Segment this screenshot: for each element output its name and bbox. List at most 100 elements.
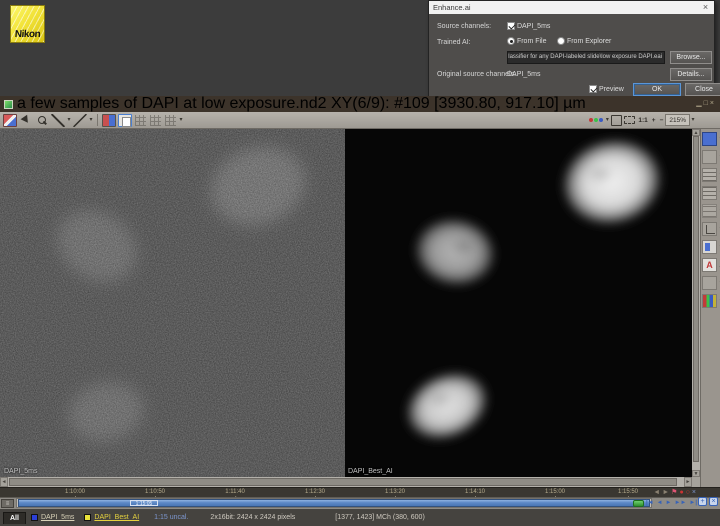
scroll-left-icon[interactable]: ◄ [0, 477, 8, 487]
actual-size-button[interactable]: 1:1 [636, 114, 649, 127]
lut-panel-icon[interactable] [702, 150, 720, 164]
screen-layout-icon[interactable] [702, 132, 720, 146]
dialog-title: Enhance.ai [433, 3, 471, 12]
fit-width-icon[interactable] [624, 116, 636, 124]
preview-checkbox[interactable]: Preview [589, 85, 624, 95]
close-window-icon[interactable]: × [710, 100, 716, 107]
image-dimensions: 2x16bit: 2424 x 2424 pixels [210, 514, 296, 521]
radio-from-file[interactable]: From File [507, 37, 547, 47]
channel-dapi-5ms-label[interactable]: DAPI_5ms [41, 514, 74, 521]
scrollbar-corner [692, 477, 700, 487]
channel-dapi-best-ai-label[interactable]: DAPI_Best_AI [94, 514, 139, 521]
expand-icon[interactable]: + [698, 497, 707, 506]
report-panel-icon[interactable] [702, 240, 720, 254]
next-event-icon[interactable]: ► [662, 488, 669, 497]
source-channels-label: Source channels: [437, 23, 492, 30]
split-view-icon[interactable] [102, 113, 116, 127]
window-controls[interactable]: ▁□× [696, 96, 716, 112]
current-frame-marker[interactable]: 1:15:05 [130, 500, 158, 507]
timeline-range-bar[interactable] [18, 499, 650, 507]
preview-label: Preview [598, 86, 624, 93]
time-tick: 1:10:00 [64, 489, 86, 497]
dialog-titlebar[interactable]: Enhance.ai × [429, 1, 714, 14]
image-pane-dapi-best-ai[interactable]: DAPI_Best_AI [345, 129, 692, 477]
ai-file-path-input[interactable]: ued\Enhance.ai classifier for any DAPI-l… [507, 51, 665, 64]
pointer-tool-icon[interactable] [19, 114, 33, 127]
collapse-icon[interactable]: × [709, 497, 718, 506]
table-panel-icon[interactable] [702, 168, 720, 182]
overlay-panel-icon[interactable] [702, 276, 720, 290]
live-button[interactable] [632, 499, 644, 507]
tile-view-icon[interactable] [135, 114, 146, 126]
document-icon [4, 100, 13, 109]
fast-forward-icon[interactable]: ►► [673, 498, 687, 508]
flag-icon[interactable]: ⚑ [671, 488, 677, 497]
annotation-tool-icon[interactable] [3, 113, 17, 127]
zoom-level-select[interactable]: 215% [665, 114, 690, 126]
close-button[interactable]: Close [685, 83, 720, 96]
grid-overlay-icon[interactable] [702, 204, 720, 218]
time-tick: 1:15:00 [544, 489, 566, 497]
status-bar: All DAPI_5ms DAPI_Best_AI 1:15 uncal. 2x… [0, 509, 720, 526]
horizontal-scroll-thumb[interactable] [9, 478, 677, 486]
close-icon[interactable]: × [700, 2, 711, 13]
noisy-dapi-image [0, 129, 345, 477]
profile-line-tool-icon[interactable] [51, 113, 65, 127]
chevron-down-icon[interactable]: ▾ [604, 114, 610, 127]
checkbox-checked-icon[interactable] [589, 85, 597, 93]
scroll-down-icon[interactable]: ▼ [692, 470, 700, 477]
scroll-right-icon[interactable]: ► [684, 477, 692, 487]
time-tick: 1:13:20 [384, 489, 406, 497]
scroll-up-icon[interactable]: ▲ [692, 129, 700, 136]
timeline-menu-button[interactable]: ≡ [1, 499, 14, 508]
time-tick: 1:10:50 [144, 489, 166, 497]
scale-panel-icon[interactable] [702, 186, 720, 200]
zoom-in-icon[interactable]: + [650, 114, 658, 127]
details-button[interactable]: Details... [670, 68, 712, 81]
fit-to-screen-icon[interactable] [611, 114, 623, 126]
compare-view-icon[interactable] [118, 113, 132, 127]
chevron-down-icon[interactable]: ▾ [690, 114, 696, 127]
radio-selected-icon[interactable] [507, 37, 515, 45]
tab-channel-dapi-best-ai[interactable]: DAPI_Best_AI [79, 512, 144, 523]
tab-all-channels[interactable]: All [3, 511, 26, 524]
cursor-pixel-info: [1377, 1423] MCh (380, 600) [335, 514, 425, 521]
enhance-ai-dialog: Enhance.ai × Source channels: DAPI_5ms T… [428, 0, 720, 97]
graph-axes-icon[interactable] [702, 222, 720, 236]
play-icon[interactable]: ► [665, 498, 673, 508]
pane-label-left: DAPI_5ms [4, 468, 38, 475]
go-to-end-icon[interactable]: ►| [688, 498, 698, 508]
browse-button[interactable]: Browse... [670, 51, 712, 64]
tab-channel-dapi-5ms[interactable]: DAPI_5ms [26, 512, 79, 523]
playback-controls: |◄ ◄ ► ►► ►| [632, 498, 698, 508]
gallery-view-icon[interactable] [165, 114, 176, 126]
radio-unselected-icon[interactable] [557, 37, 565, 45]
source-channel-checkbox[interactable]: DAPI_5ms [507, 22, 550, 32]
histogram-panel-icon[interactable] [702, 294, 720, 308]
go-to-start-icon[interactable]: |◄ [645, 498, 655, 508]
original-source-label: Original source channels: [437, 71, 516, 78]
vertical-scroll-thumb[interactable] [693, 136, 699, 462]
timeline-ruler[interactable]: 1:10:00 1:10:50 1:11:40 1:12:30 1:13:20 … [0, 487, 720, 497]
event-circle-icon[interactable]: ○ [686, 488, 690, 497]
ok-button[interactable]: OK [633, 83, 681, 96]
prev-event-icon[interactable]: ◄ [653, 488, 660, 497]
chevron-down-icon[interactable]: ▾ [88, 114, 94, 127]
record-icon[interactable]: ● [679, 488, 683, 497]
zoom-out-icon[interactable]: − [658, 114, 666, 127]
previous-frame-icon[interactable]: ◄ [656, 498, 664, 508]
radio-from-explorer[interactable]: From Explorer [557, 37, 611, 47]
close-timeline-icon[interactable]: × [692, 488, 696, 497]
checkbox-checked-icon[interactable] [507, 22, 515, 30]
toolbar-separator [97, 114, 98, 126]
minimize-icon[interactable]: ▁ [696, 100, 703, 107]
chevron-down-icon[interactable]: ▾ [178, 114, 184, 127]
magnifier-tool-icon[interactable] [35, 114, 49, 127]
image-pane-dapi-5ms[interactable]: DAPI_5ms [0, 129, 345, 477]
source-channel-label: DAPI_5ms [516, 23, 551, 30]
measure-tool-icon[interactable] [73, 113, 87, 127]
annotations-panel-icon[interactable]: A [702, 258, 720, 273]
channel-colors-icon[interactable] [589, 114, 604, 127]
grid-view-icon[interactable] [150, 114, 161, 126]
chevron-down-icon[interactable]: ▾ [66, 114, 72, 127]
